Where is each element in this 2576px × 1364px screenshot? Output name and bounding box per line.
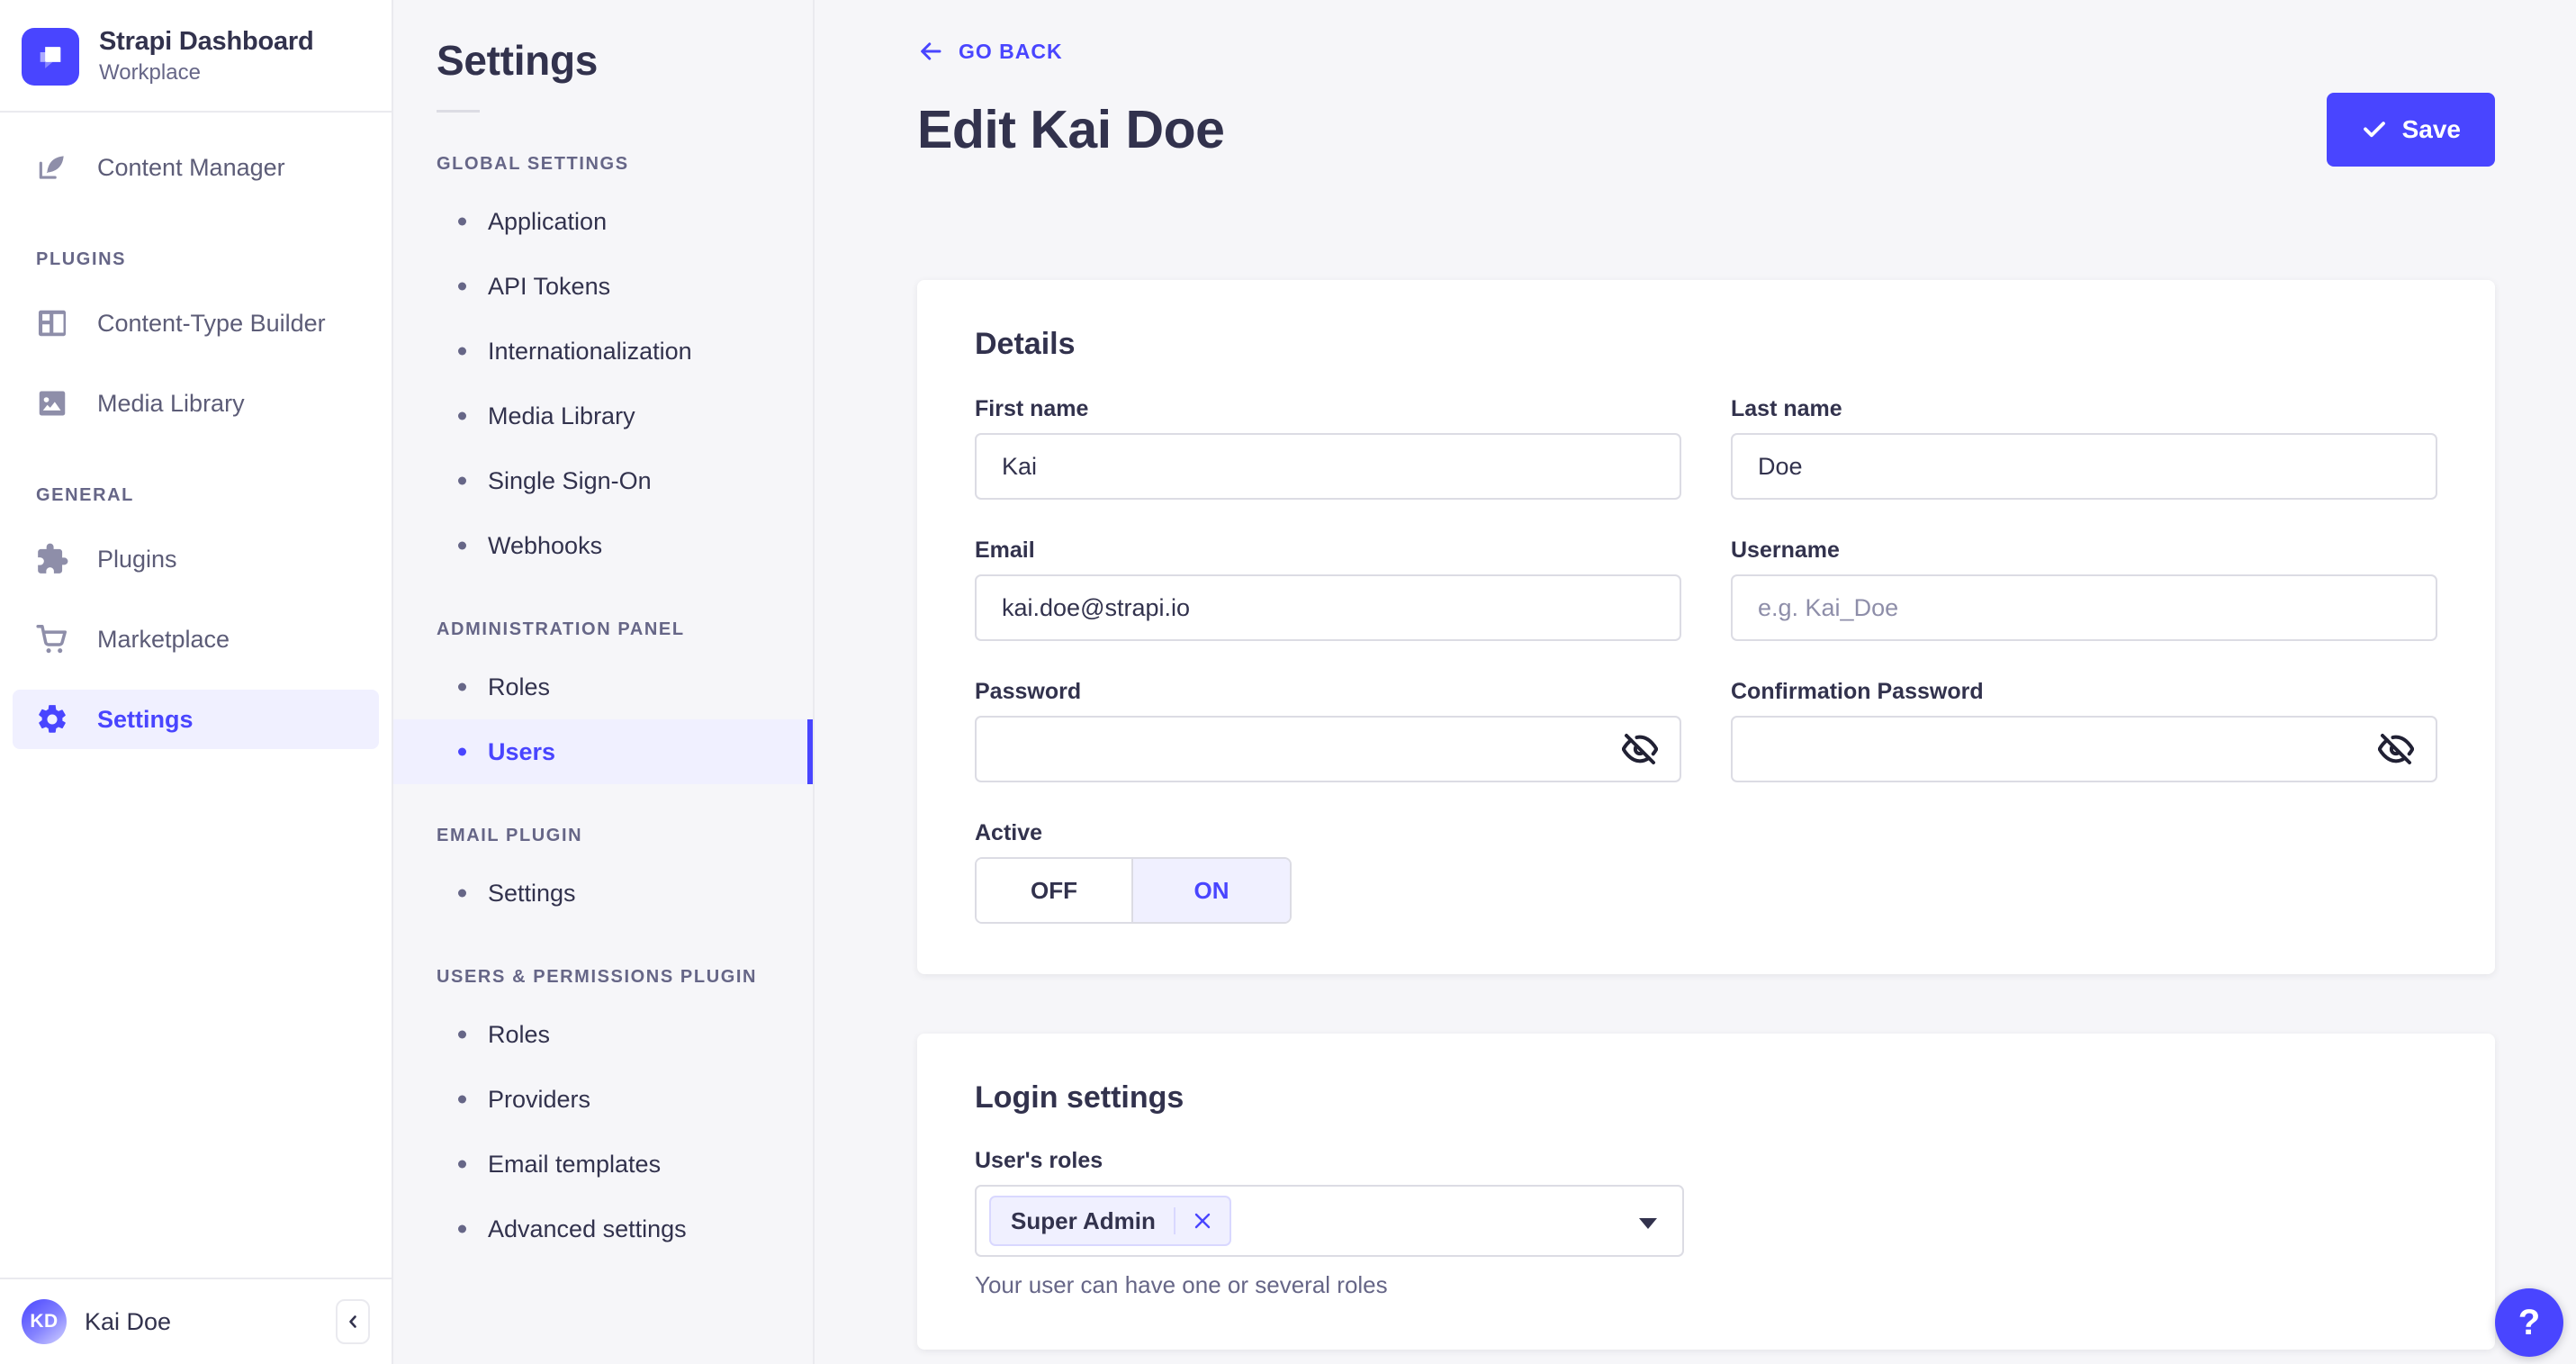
roles-helper-text: Your user can have one or several roles (975, 1271, 1388, 1298)
cart-icon (34, 621, 70, 657)
last-name-input[interactable] (1731, 433, 2437, 500)
role-tag-label: Super Admin (1011, 1206, 1156, 1234)
user-name: Kai Doe (85, 1307, 172, 1335)
layout-icon (34, 305, 70, 341)
subnav-item-application[interactable]: Application (393, 189, 813, 254)
subnav-item-api-tokens[interactable]: API Tokens (393, 254, 813, 319)
sidebar-item-plugins[interactable]: Plugins (13, 529, 379, 589)
username-label: Username (1731, 537, 1840, 563)
email-input[interactable] (975, 574, 1681, 641)
subnav-item-up-email-templates[interactable]: Email templates (393, 1132, 813, 1197)
active-label: Active (975, 820, 1043, 845)
subnav-item-up-providers[interactable]: Providers (393, 1067, 813, 1132)
subnav-item-internationalization[interactable]: Internationalization (393, 319, 813, 384)
question-mark-icon: ? (2517, 1302, 2541, 1342)
save-button[interactable]: Save (2326, 93, 2495, 167)
subnav-item-up-roles[interactable]: Roles (393, 1002, 813, 1067)
go-back-label: Go back (959, 39, 1063, 63)
username-input[interactable] (1731, 574, 2437, 641)
subnav-item-webhooks[interactable]: Webhooks (393, 513, 813, 578)
check-icon (2363, 122, 2385, 138)
avatar: KD (22, 1299, 67, 1344)
details-title: Details (975, 327, 1076, 361)
eye-off-icon (1622, 734, 1658, 764)
sidebar-nav: Content Manager Plugins Content-Type Bui… (0, 113, 392, 1278)
main-sidebar: Strapi Dashboard Workplace Content Manag… (0, 0, 393, 1364)
details-card: Details First name Last name Email (917, 280, 2495, 974)
toggle-password-visibility-button[interactable] (1620, 729, 1660, 769)
last-name-label: Last name (1731, 396, 1842, 421)
remove-role-button[interactable] (1175, 1210, 1229, 1232)
user-roles-label: User's roles (975, 1148, 1103, 1173)
role-tag-super-admin: Super Admin (989, 1196, 1231, 1246)
chevron-down-icon (1639, 1218, 1657, 1229)
toggle-off-button[interactable]: OFF (977, 859, 1133, 922)
go-back-link[interactable]: Go back (917, 38, 1063, 65)
subnav-item-email-settings[interactable]: Settings (393, 861, 813, 926)
subnav-item-single-sign-on[interactable]: Single Sign-On (393, 448, 813, 513)
image-icon (34, 385, 70, 421)
arrow-left-icon (921, 42, 941, 60)
subnav-title: Settings (437, 37, 599, 84)
first-name-label: First name (975, 396, 1089, 421)
subnav-section-global-settings: Global Settings (437, 154, 629, 174)
puzzle-icon (34, 541, 70, 577)
chevron-left-icon (349, 1315, 356, 1328)
brand-title: Strapi Dashboard (99, 27, 314, 56)
login-settings-card: Login settings User's roles Super Admin … (917, 1034, 2495, 1350)
toggle-on-button[interactable]: ON (1133, 859, 1290, 922)
sidebar-item-label: Plugins (97, 545, 177, 573)
first-name-input[interactable] (975, 433, 1681, 500)
password-label: Password (975, 679, 1082, 704)
sidebar-item-content-manager[interactable]: Content Manager (13, 138, 379, 197)
confirmation-password-input[interactable] (1731, 716, 2437, 782)
save-label: Save (2401, 115, 2461, 143)
brand: Strapi Dashboard Workplace (0, 0, 392, 111)
sidebar-item-marketplace[interactable]: Marketplace (13, 610, 379, 669)
brand-subtitle: Workplace (99, 60, 201, 85)
subnav-item-admin-roles[interactable]: Roles (393, 655, 813, 719)
toggle-confirmation-visibility-button[interactable] (2376, 729, 2416, 769)
subnav-item-up-advanced-settings[interactable]: Advanced settings (393, 1197, 813, 1261)
sidebar-item-label: Settings (97, 705, 194, 733)
gear-icon (34, 701, 70, 737)
login-settings-title: Login settings (975, 1080, 1184, 1115)
main-content: Go back Edit Kai Doe Save Details First … (815, 0, 2576, 1364)
active-toggle: OFF ON (975, 857, 1292, 924)
sidebar-item-label: Marketplace (97, 625, 230, 653)
sidebar-item-media-library[interactable]: Media Library (13, 374, 379, 433)
eye-off-icon (2378, 734, 2414, 764)
subnav-item-admin-users[interactable]: Users (393, 719, 813, 784)
sidebar-item-label: Content-Type Builder (97, 309, 326, 337)
help-button[interactable]: ? (2495, 1288, 2563, 1357)
settings-subnav: Settings Global Settings Application API… (393, 0, 815, 1364)
sidebar-section-general: General (36, 485, 134, 505)
user-roles-select[interactable]: Super Admin (975, 1185, 1684, 1257)
sidebar-item-label: Media Library (97, 389, 245, 417)
feather-pen-icon (34, 149, 70, 185)
confirmation-password-label: Confirmation Password (1731, 679, 1984, 704)
page-title: Edit Kai Doe (917, 100, 1225, 159)
sidebar-item-label: Content Manager (97, 153, 285, 181)
sidebar-footer: KD Kai Doe (0, 1278, 392, 1364)
strapi-logo-icon (22, 27, 79, 86)
sidebar-item-content-type-builder[interactable]: Content-Type Builder (13, 294, 379, 353)
password-input[interactable] (975, 716, 1681, 782)
close-icon (1194, 1213, 1211, 1229)
subnav-section-administration-panel: Administration Panel (437, 619, 685, 639)
divider (437, 110, 480, 113)
sidebar-item-settings[interactable]: Settings (13, 690, 379, 749)
subnav-section-email-plugin: Email Plugin (437, 826, 583, 845)
subnav-item-media-library[interactable]: Media Library (393, 384, 813, 448)
sidebar-section-plugins: Plugins (36, 249, 127, 269)
subnav-section-users-permissions: Users & Permissions plugin (437, 967, 758, 987)
email-label: Email (975, 537, 1035, 563)
collapse-sidebar-button[interactable] (336, 1299, 370, 1344)
